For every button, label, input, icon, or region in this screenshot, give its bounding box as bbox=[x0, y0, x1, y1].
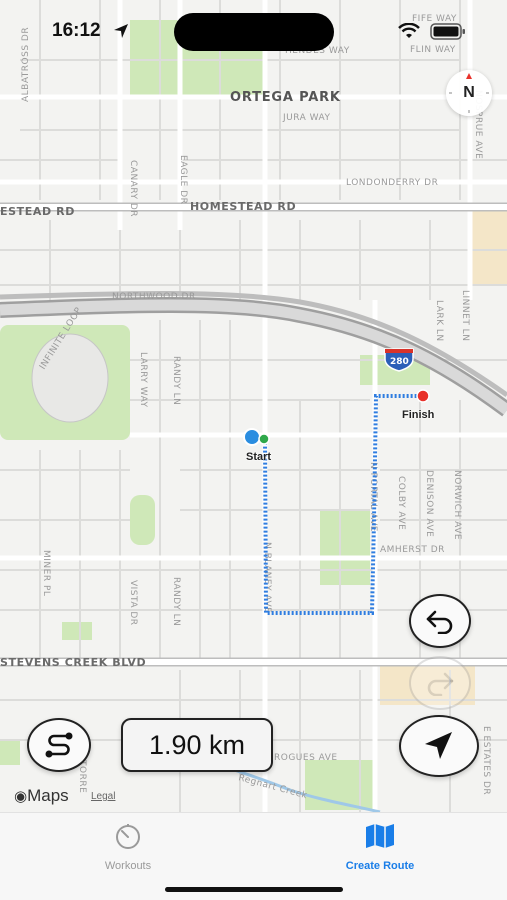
street-label: COLBY AVE bbox=[396, 476, 406, 530]
status-bar: 16:12 bbox=[0, 0, 507, 60]
street-label: MINER PL bbox=[41, 550, 51, 596]
compass-north-label: N bbox=[463, 84, 475, 101]
street-label: NORWICH AVE bbox=[452, 470, 462, 540]
wifi-icon bbox=[398, 23, 420, 38]
dynamic-island bbox=[174, 13, 334, 51]
park-label: ORTEGA PARK bbox=[230, 90, 341, 105]
map-icon bbox=[366, 824, 394, 848]
distance-display: 1.90 km bbox=[121, 718, 273, 772]
street-label: LARRY WAY bbox=[138, 352, 148, 408]
street-label: ROGUES AVE bbox=[274, 753, 338, 763]
apple-logo-icon: ◉ bbox=[14, 788, 28, 805]
street-label: AMHERST DR bbox=[380, 545, 445, 555]
street-label: LONDONDERRY DR bbox=[346, 178, 438, 188]
svg-text:280: 280 bbox=[390, 357, 409, 367]
tab-label: Create Route bbox=[345, 860, 415, 872]
stopwatch-icon bbox=[116, 824, 140, 849]
street-label: LARK LN bbox=[434, 300, 444, 342]
street-label: STEVENS CREEK BLVD bbox=[0, 656, 146, 669]
route-shape-icon bbox=[45, 732, 73, 758]
start-label: Start bbox=[246, 451, 272, 463]
creek-label: Regnart Creek bbox=[237, 773, 308, 801]
location-services-icon bbox=[114, 24, 128, 38]
redo-icon bbox=[427, 672, 454, 696]
tab-bar: Workouts Create Route bbox=[0, 812, 507, 900]
street-label: RANDY LN bbox=[171, 577, 181, 626]
legal-link[interactable]: Legal bbox=[91, 791, 115, 802]
tab-create-route[interactable]: Create Route bbox=[310, 821, 450, 872]
street-label: HOMESTEAD RD bbox=[190, 200, 296, 213]
maps-attribution: ◉Maps bbox=[14, 786, 69, 806]
location-arrow-icon bbox=[425, 732, 452, 759]
street-label: CANARY DR bbox=[128, 160, 138, 217]
start-dot bbox=[258, 433, 270, 445]
finish-marker bbox=[416, 389, 430, 403]
street-label: E ESTATES DR bbox=[481, 726, 491, 795]
tab-label: Workouts bbox=[104, 860, 152, 872]
battery-icon bbox=[430, 23, 465, 40]
street-label: RANDY LN bbox=[171, 356, 181, 405]
undo-icon bbox=[426, 610, 453, 634]
locate-button[interactable] bbox=[399, 715, 479, 777]
street-label: ESTEAD RD bbox=[0, 205, 75, 218]
home-indicator bbox=[165, 887, 343, 892]
start-marker bbox=[243, 428, 261, 446]
street-label: VISTA DR bbox=[128, 580, 138, 626]
street-label: DENISON AVE bbox=[424, 470, 434, 537]
maps-brand-label: Maps bbox=[27, 786, 69, 805]
street-label: JURA WAY bbox=[282, 113, 331, 123]
status-time: 16:12 bbox=[52, 20, 101, 41]
redo-button[interactable] bbox=[409, 656, 471, 710]
undo-button[interactable] bbox=[409, 594, 471, 648]
route-shape-button[interactable] bbox=[27, 718, 91, 772]
compass[interactable]: N bbox=[446, 70, 492, 116]
tab-workouts[interactable]: Workouts bbox=[58, 821, 198, 872]
street-label: EAGLE DR bbox=[178, 155, 188, 204]
street-label: NORTHWOOD DR bbox=[112, 292, 196, 302]
finish-label: Finish bbox=[402, 409, 435, 421]
street-label: LINNET LN bbox=[460, 290, 470, 341]
